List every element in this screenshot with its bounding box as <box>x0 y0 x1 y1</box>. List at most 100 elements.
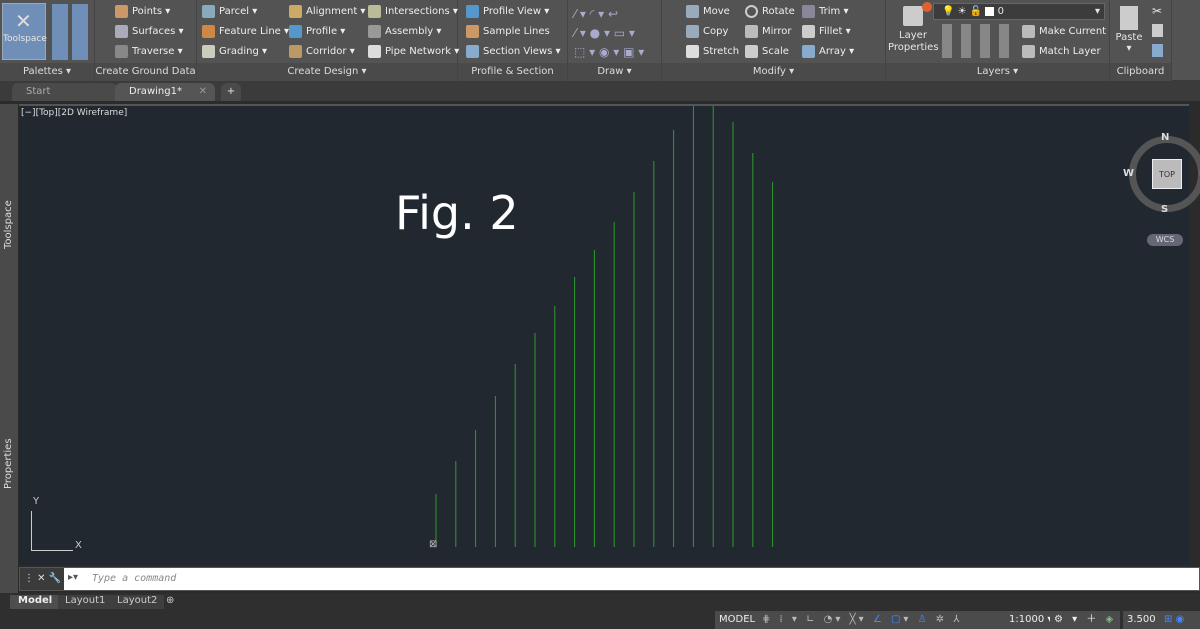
rotate-button[interactable]: Rotate <box>745 3 795 21</box>
wcs-menu[interactable]: WCS <box>1147 234 1183 246</box>
clipboard-panel: Paste ▾ ✂ Clipboard <box>1110 0 1172 81</box>
status-extra-icons[interactable]: ⊞ ◉ <box>1160 611 1200 629</box>
traverse-button[interactable]: Traverse ▾ <box>115 43 183 61</box>
layout-tab-layout2[interactable]: Layout2 <box>110 595 165 609</box>
corridor-button[interactable]: Corridor ▾ <box>289 43 355 61</box>
surfaces-icon <box>115 24 128 38</box>
feature-line-icon <box>202 24 215 38</box>
file-tabs: Start Drawing1* ✕ + <box>0 81 1200 101</box>
compass-n: N <box>1161 132 1170 143</box>
trim-icon <box>802 4 815 18</box>
paste-button[interactable]: Paste ▾ <box>1114 4 1144 54</box>
tab-drawing1[interactable]: Drawing1* ✕ <box>115 83 215 101</box>
profile-view-button[interactable]: Profile View ▾ <box>466 3 549 21</box>
trim-button[interactable]: Trim ▾ <box>802 3 848 21</box>
intersections-button[interactable]: Intersections ▾ <box>368 3 458 21</box>
assembly-button[interactable]: Assembly ▾ <box>368 23 441 41</box>
scale-icon <box>745 44 758 58</box>
surfaces-button[interactable]: Surfaces ▾ <box>115 23 184 41</box>
compass-s: S <box>1161 204 1169 215</box>
section-views-icon <box>466 44 479 58</box>
toolspace-button[interactable]: ✕ Toolspace <box>2 3 47 60</box>
draw-tools[interactable]: ⁄ ▾ ◜ ▾ ↩ ⁄ ▾ ● ▾ ▭ ▾ ⬚ ▾ ◉ ▾ ▣ ▾ <box>574 5 656 59</box>
pipe-network-icon <box>368 44 381 58</box>
new-tab-button[interactable]: + <box>221 83 241 101</box>
array-button[interactable]: Array ▾ <box>802 43 854 61</box>
feature-line-button[interactable]: Feature Line ▾ <box>202 23 289 41</box>
corridor-icon <box>289 44 302 58</box>
layers-title[interactable]: Layers ▾ <box>886 63 1109 81</box>
viewcube-top-face[interactable]: TOP <box>1152 159 1182 189</box>
views-title: Profile & Section Views <box>458 63 567 95</box>
alignment-icon <box>289 4 302 18</box>
toolspace-side-tab[interactable]: Toolspace <box>3 200 14 249</box>
array-icon <box>802 44 815 58</box>
design-title[interactable]: Create Design ▾ <box>197 63 457 81</box>
ucs-x: X <box>75 540 82 551</box>
layer-tools[interactable] <box>942 24 1018 58</box>
draw-title[interactable]: Draw ▾ <box>568 63 661 81</box>
mirror-icon <box>745 24 758 38</box>
rotate-icon <box>745 4 758 18</box>
make-current-button[interactable]: Make Current <box>1022 23 1106 41</box>
layout-tab-layout1[interactable]: Layout1 <box>58 595 113 609</box>
layer-dropdown[interactable]: 💡 ☀ 🔓 0 ▾ <box>933 3 1105 20</box>
layer-properties-button[interactable]: Layer Properties <box>888 2 939 54</box>
tab-start[interactable]: Start <box>12 83 117 101</box>
stretch-button[interactable]: Stretch <box>686 43 739 61</box>
ucs-y: Y <box>33 496 40 507</box>
grading-button[interactable]: Grading ▾ <box>202 43 267 61</box>
properties-side-tab[interactable]: Properties <box>3 438 14 489</box>
pipe-network-button[interactable]: Pipe Network ▾ <box>368 43 459 61</box>
alignment-button[interactable]: Alignment ▾ <box>289 3 365 21</box>
ribbon: ✕ Toolspace Palettes ▾ Points ▾ Surfaces … <box>0 0 1200 95</box>
layout-tab-model[interactable]: Model <box>10 595 61 609</box>
points-icon <box>115 4 128 18</box>
drafting-toggles[interactable]: ⋕ ⁞ ▾ ∟ ◔▾ ╳▾ ∠ ▢▾ ♙ ✲ ⅄ <box>758 611 1008 629</box>
compass-w: W <box>1123 168 1135 179</box>
paste-special-icon[interactable] <box>1152 44 1163 57</box>
close-tab-icon[interactable]: ✕ <box>199 83 207 101</box>
add-layout-button[interactable]: ⊕ <box>166 595 174 606</box>
fillet-icon <box>802 24 815 38</box>
snap-marker-icon: ⊠ <box>429 539 438 550</box>
points-button[interactable]: Points ▾ <box>115 3 170 21</box>
ground-title[interactable]: Create Ground Data ▾ <box>95 63 196 95</box>
match-layer-button[interactable]: Match Layer <box>1022 43 1101 61</box>
clipboard-title: Clipboard <box>1110 63 1171 81</box>
cut-icon[interactable]: ✂ <box>1152 4 1162 18</box>
modify-panel: Move Copy Stretch Rotate Mirror Scale Tr… <box>662 0 886 81</box>
fillet-button[interactable]: Fillet ▾ <box>802 23 851 41</box>
scale-button[interactable]: Scale <box>745 43 789 61</box>
viewcube[interactable]: TOP <box>1129 136 1200 212</box>
command-tools[interactable]: ⋮ ✕ 🔧 <box>20 568 64 590</box>
profile-button[interactable]: Profile ▾ <box>289 23 345 41</box>
profile-icon <box>289 24 302 38</box>
parcel-button[interactable]: Parcel ▾ <box>202 3 257 21</box>
assembly-icon <box>368 24 381 38</box>
command-input[interactable]: Type a command <box>92 573 176 584</box>
layers-panel: Layer Properties 💡 ☀ 🔓 0 ▾ Make Current M… <box>886 0 1110 81</box>
layer-properties-icon <box>903 6 923 26</box>
profile-view-icon <box>466 4 479 18</box>
sample-lines-button[interactable]: Sample Lines <box>466 23 550 41</box>
drawing-viewport[interactable]: [−][Top][2D Wireframe] Fig. 2 TOP N S W … <box>19 104 1200 565</box>
mirror-button[interactable]: Mirror <box>745 23 791 41</box>
copy-clip-icon[interactable] <box>1152 24 1163 37</box>
grading-icon <box>202 44 215 58</box>
section-views-button[interactable]: Section Views ▾ <box>466 43 560 61</box>
modify-title[interactable]: Modify ▾ <box>662 63 885 81</box>
copy-icon <box>686 24 699 38</box>
workspace-tools[interactable]: ⚙ ▾ ＋ ◈ <box>1050 611 1121 629</box>
stretch-icon <box>686 44 699 58</box>
annotation-scale[interactable]: 1:1000 ▾ <box>1005 611 1057 629</box>
command-line[interactable]: ⋮ ✕ 🔧 ▸▾ Type a command <box>19 567 1200 591</box>
model-space-button[interactable]: MODEL <box>715 611 760 629</box>
palettes-title[interactable]: Palettes ▾ <box>0 63 94 81</box>
move-button[interactable]: Move <box>686 3 730 21</box>
views-panel: Profile View ▾ Sample Lines Section View… <box>458 0 568 95</box>
palette-icons[interactable] <box>52 4 90 60</box>
match-layer-icon <box>1022 44 1035 58</box>
copy-button[interactable]: Copy <box>686 23 728 41</box>
ucs-icon <box>31 511 73 551</box>
